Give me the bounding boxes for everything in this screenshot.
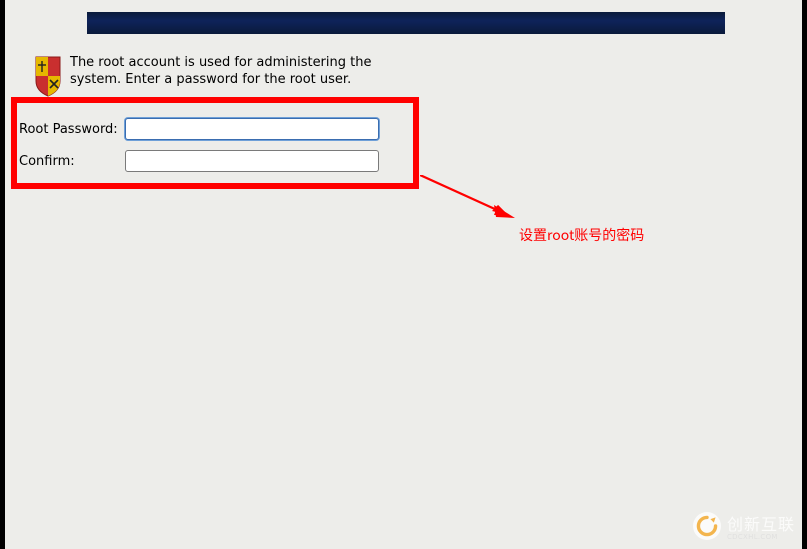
root-password-description: The root account is used for administeri… bbox=[70, 55, 390, 89]
root-password-label: Root Password: bbox=[19, 122, 125, 137]
annotation-text: 设置root账号的密码 bbox=[519, 225, 644, 245]
confirm-password-row: Confirm: bbox=[19, 150, 379, 172]
confirm-password-input[interactable] bbox=[125, 150, 379, 172]
watermark-text-wrap: 创新互联 CDCXHL.COM bbox=[727, 511, 795, 541]
shield-icon bbox=[32, 55, 64, 97]
watermark-logo-icon bbox=[693, 512, 721, 540]
installer-window: The root account is used for administeri… bbox=[5, 0, 802, 549]
watermark-brand: 创新互联 bbox=[727, 511, 795, 535]
password-form: Root Password: Confirm: bbox=[19, 118, 379, 182]
root-password-row: Root Password: bbox=[19, 118, 379, 140]
header-banner bbox=[87, 12, 725, 34]
watermark: 创新互联 CDCXHL.COM bbox=[693, 511, 795, 541]
confirm-password-label: Confirm: bbox=[19, 154, 125, 169]
root-password-input[interactable] bbox=[125, 118, 379, 140]
annotation-arrow-icon bbox=[420, 175, 530, 225]
